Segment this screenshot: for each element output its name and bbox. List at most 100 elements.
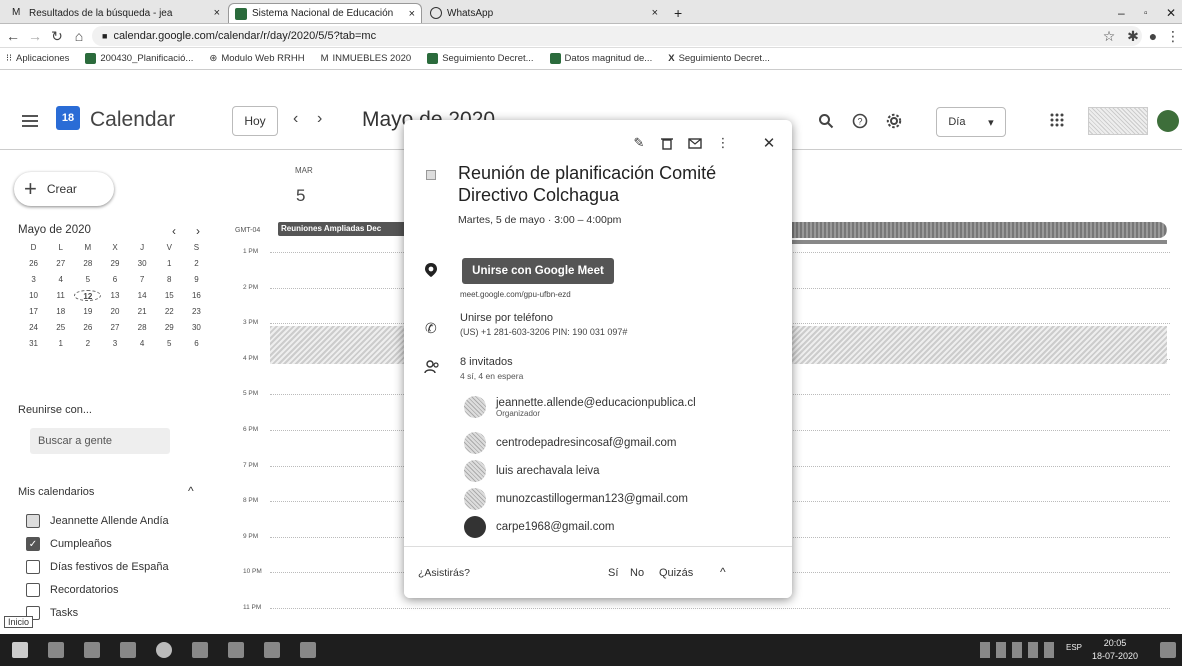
url-bar[interactable]: ■ calendar.google.com/calendar/r/day/202… <box>92 26 1142 46</box>
help-icon[interactable]: ? <box>852 113 870 131</box>
guest-row[interactable]: luis arechavala leiva <box>464 460 600 482</box>
search-people-input[interactable]: Buscar a gente <box>30 428 170 454</box>
create-button[interactable]: + Crear <box>14 172 114 206</box>
taskbar-app-icon[interactable] <box>192 642 208 658</box>
mini-day[interactable]: 17 <box>20 306 47 317</box>
mini-day[interactable]: 25 <box>47 322 74 333</box>
mini-day[interactable]: 20 <box>101 306 128 317</box>
today-button[interactable]: Hoy <box>232 106 278 136</box>
timed-event-block[interactable] <box>792 326 1167 364</box>
mini-day[interactable]: 21 <box>129 306 156 317</box>
mini-day[interactable]: 1 <box>47 338 74 349</box>
search-icon[interactable] <box>818 113 836 131</box>
system-clock[interactable]: 20:05 18-07-2020 <box>1092 637 1138 663</box>
tab-whatsapp[interactable]: WhatsApp × <box>424 3 664 23</box>
browser-menu-icon[interactable]: ⋮ <box>1164 27 1182 45</box>
bookmark-inmuebles[interactable]: M INMUEBLES 2020 <box>321 53 412 64</box>
mini-day[interactable]: 13 <box>101 290 128 301</box>
mini-day[interactable]: 7 <box>129 274 156 285</box>
mini-day[interactable]: 26 <box>20 258 47 269</box>
close-icon[interactable]: × <box>409 8 415 20</box>
mini-day[interactable]: 27 <box>101 322 128 333</box>
mini-day[interactable]: 3 <box>20 274 47 285</box>
all-day-event-bar-secondary[interactable] <box>792 240 1167 244</box>
mini-day[interactable]: 16 <box>183 290 210 301</box>
checkbox-icon[interactable] <box>26 583 40 597</box>
taskbar-app-icon[interactable] <box>84 642 100 658</box>
calendar-item-reminders[interactable]: Recordatorios <box>26 583 118 597</box>
all-day-event[interactable]: Reuniones Ampliadas Dec <box>278 222 406 236</box>
home-icon[interactable]: ⌂ <box>70 27 88 45</box>
account-avatar[interactable] <box>1157 110 1179 132</box>
mini-day[interactable]: 22 <box>156 306 183 317</box>
back-icon[interactable]: ← <box>4 27 22 45</box>
guest-row[interactable]: carpe1968@gmail.com <box>464 516 614 538</box>
chevron-up-icon[interactable]: ^ <box>188 484 194 498</box>
windows-start-icon[interactable] <box>12 642 28 658</box>
file-explorer-icon[interactable] <box>120 642 136 658</box>
mini-day[interactable]: 27 <box>47 258 74 269</box>
my-calendars-heading[interactable]: Mis calendarios <box>18 486 94 498</box>
mini-day[interactable]: 19 <box>74 306 101 317</box>
mini-day[interactable]: 28 <box>129 322 156 333</box>
join-by-phone-link[interactable]: Unirse por teléfono <box>460 312 553 324</box>
calendar-item-holidays[interactable]: Días festivos de España <box>26 560 169 574</box>
bookmark-star-icon[interactable]: ☆ <box>1100 27 1118 45</box>
bookmark-apps[interactable]: ⁝⁝ Aplicaciones <box>6 53 69 64</box>
mini-day[interactable]: 2 <box>74 338 101 349</box>
calendar-item-personal[interactable]: Jeannette Allende Andía <box>26 514 169 528</box>
checkbox-icon[interactable] <box>26 514 40 528</box>
hamburger-menu-icon[interactable] <box>22 115 38 127</box>
mini-day[interactable]: 5 <box>74 274 101 285</box>
mini-day[interactable]: 3 <box>101 338 128 349</box>
all-day-event-bar[interactable] <box>792 222 1167 238</box>
mini-day[interactable]: 12 <box>74 290 102 301</box>
mini-prev-month-button[interactable]: ‹ <box>172 224 176 238</box>
chevron-up-icon[interactable]: ^ <box>720 565 726 579</box>
taskbar-app-icon[interactable] <box>228 642 244 658</box>
guest-row[interactable]: jeannette.allende@educacionpublica.cl Or… <box>464 396 696 418</box>
more-options-icon[interactable]: ⋮ <box>714 134 732 152</box>
taskbar-app-icon[interactable] <box>300 642 316 658</box>
view-selector[interactable]: Día ▾ <box>936 107 1006 137</box>
bookmark-seguimiento-1[interactable]: Seguimiento Decret... <box>427 53 534 64</box>
meet-link[interactable]: meet.google.com/gpu-ufbn-ezd <box>460 290 571 299</box>
mini-day[interactable]: 26 <box>74 322 101 333</box>
google-apps-icon[interactable] <box>1050 113 1064 127</box>
delete-trash-icon[interactable] <box>658 134 676 152</box>
taskbar-app-icon[interactable] <box>264 642 280 658</box>
extension-icon[interactable]: ✱ <box>1124 27 1142 45</box>
window-close-icon[interactable]: ✕ <box>1160 3 1180 23</box>
mini-day[interactable]: 4 <box>47 274 74 285</box>
mini-next-month-button[interactable]: › <box>196 224 200 238</box>
mini-day[interactable]: 6 <box>183 338 210 349</box>
mini-day[interactable]: 10 <box>20 290 47 301</box>
new-tab-button[interactable]: + <box>668 3 692 23</box>
mini-day[interactable]: 31 <box>20 338 47 349</box>
timed-event-block[interactable] <box>270 326 416 364</box>
mini-day[interactable]: 2 <box>183 258 210 269</box>
mini-day[interactable]: 28 <box>74 258 101 269</box>
notifications-icon[interactable] <box>1160 642 1176 658</box>
mini-day[interactable]: 11 <box>47 290 74 301</box>
checkbox-icon[interactable] <box>26 560 40 574</box>
input-language[interactable]: ESP <box>1066 643 1082 652</box>
mini-day[interactable]: 15 <box>156 290 183 301</box>
reload-icon[interactable]: ↻ <box>48 27 66 45</box>
mini-day[interactable]: 4 <box>129 338 156 349</box>
edit-pencil-icon[interactable]: ✎ <box>630 134 648 152</box>
profile-icon[interactable]: ● <box>1144 27 1162 45</box>
guest-row[interactable]: munozcastillogerman123@gmail.com <box>464 488 688 510</box>
mini-day[interactable]: 14 <box>129 290 156 301</box>
close-icon[interactable]: × <box>214 7 220 19</box>
calendar-item-tasks[interactable]: Tasks <box>26 606 78 620</box>
tab-search-results[interactable]: M Resultados de la búsqueda - jea × <box>6 3 226 23</box>
prev-period-button[interactable]: ‹ <box>293 110 298 128</box>
mini-day[interactable]: 9 <box>183 274 210 285</box>
minimize-icon[interactable]: – <box>1112 3 1132 23</box>
forward-icon[interactable]: → <box>26 27 44 45</box>
bookmark-datos[interactable]: Datos magnitud de... <box>549 53 652 64</box>
rsvp-maybe-button[interactable]: Quizás <box>659 567 693 579</box>
mini-day[interactable]: 29 <box>156 322 183 333</box>
mini-day[interactable]: 30 <box>129 258 156 269</box>
